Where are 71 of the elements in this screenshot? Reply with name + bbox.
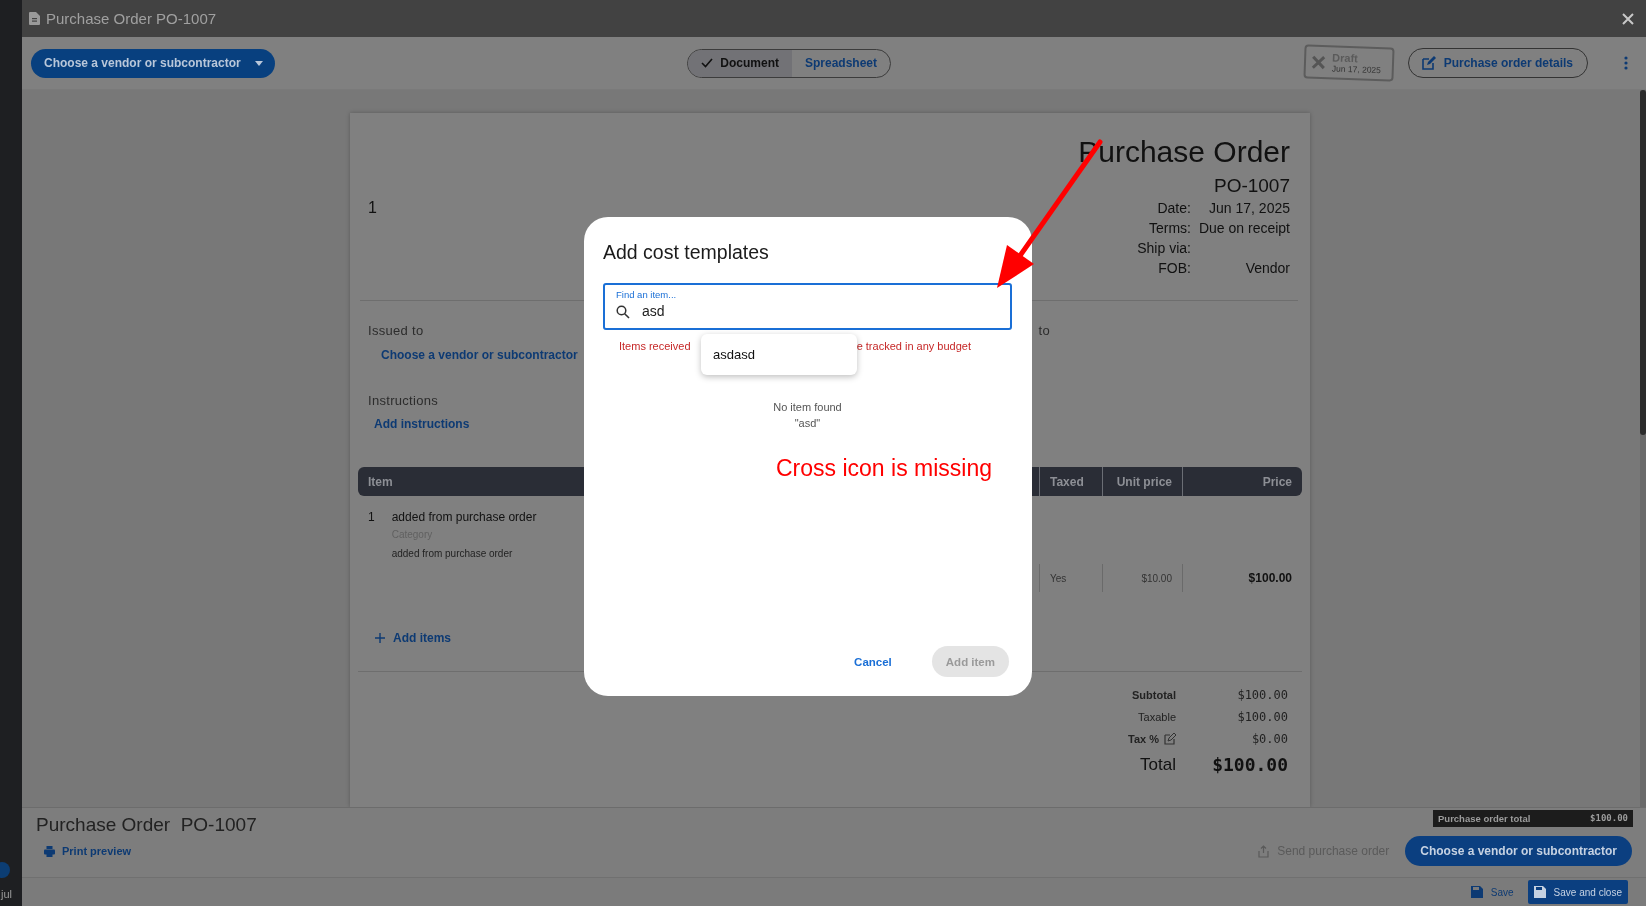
plus-icon <box>375 633 385 643</box>
item-name: added from purchase order <box>391 510 537 524</box>
total-value: $100.00 <box>1236 688 1288 702</box>
user-label: jul <box>1 888 12 900</box>
table-cell: $10.00 <box>1102 564 1182 592</box>
save-button[interactable]: Save <box>1464 880 1520 904</box>
meta-label: Ship via: <box>1137 240 1191 256</box>
table-cell: $100.00 <box>1182 564 1302 592</box>
search-input[interactable]: asd <box>642 303 682 320</box>
row-number: 1 <box>368 510 375 526</box>
suggestion-item[interactable]: asdasd <box>701 334 857 375</box>
annotation-text: Cross icon is missing <box>776 455 993 482</box>
edit-icon <box>1421 56 1436 70</box>
more-icon[interactable] <box>1624 56 1628 70</box>
meta-label: Terms: <box>1147 220 1191 236</box>
window-title: Purchase Order PO-1007 <box>46 10 218 27</box>
search-field[interactable]: Find an item... asd <box>603 283 1012 330</box>
column-header: Taxed <box>1050 474 1084 489</box>
section-heading: to <box>1038 323 1050 338</box>
save-icon <box>1533 886 1546 898</box>
order-title: Purchase Order PO-1007 <box>36 814 257 836</box>
total-value: $0.00 <box>1250 732 1288 746</box>
printer-icon <box>44 845 55 857</box>
scrollbar[interactable] <box>1640 90 1646 807</box>
empty-message: No item found <box>773 401 842 413</box>
vendor-dropdown-button[interactable]: Choose a vendor or subcontractor <box>31 48 275 78</box>
check-icon <box>701 58 714 68</box>
total-label: Taxable <box>1138 711 1176 723</box>
total-value: $100.00 <box>1211 754 1288 775</box>
cancel-button[interactable]: Cancel <box>840 646 906 677</box>
stamp-date: Jun 17, 2025 <box>1331 63 1381 76</box>
meta-label: Date: <box>1156 200 1191 216</box>
save-and-close-button[interactable]: Save and close <box>1527 880 1628 904</box>
document-icon <box>29 12 40 25</box>
section-heading: Issued to <box>368 323 424 338</box>
field-label: Find an item... <box>616 289 678 300</box>
meta-value: Due on receipt <box>1198 220 1290 236</box>
view-tab[interactable]: Spreadsheet <box>792 49 890 77</box>
empty-message: "asd" <box>794 417 821 429</box>
po-number: PO-1007 <box>1213 175 1290 197</box>
scroll-thumb[interactable] <box>1640 90 1646 435</box>
column-header: Item <box>368 474 393 489</box>
column-header: Unit price <box>1116 474 1172 489</box>
vendor-link[interactable]: Choose a vendor or subcontractor <box>381 348 578 362</box>
print-preview-link[interactable]: Print preview <box>44 845 132 857</box>
total-value: $100.00 <box>1236 710 1288 724</box>
column-header: Price <box>1262 474 1292 489</box>
meta-value: Vendor <box>1244 260 1290 276</box>
save-icon <box>1470 886 1483 898</box>
total-label: Subtotal <box>1132 689 1176 701</box>
view-tab[interactable]: Document <box>688 49 792 77</box>
table-cell: Yes <box>1039 564 1102 592</box>
order-total-badge: Purchase order total $100.00 <box>1433 810 1633 827</box>
total-label: Tax % <box>1128 733 1159 745</box>
helper-text: Items received <box>619 340 691 352</box>
item-description: added from purchase order <box>391 548 514 559</box>
add-instructions-link[interactable]: Add instructions <box>374 417 470 431</box>
close-icon[interactable] <box>1622 12 1634 25</box>
edit-icon[interactable] <box>1164 733 1176 745</box>
vendor-button[interactable]: Choose a vendor or subcontractor <box>1405 836 1632 866</box>
meta-label: FOB: <box>1157 260 1191 276</box>
meta-value: Jun 17, 2025 <box>1208 200 1290 216</box>
dialog-title: Add cost templates <box>603 241 770 264</box>
helper-text: e tracked in any budget <box>856 340 971 352</box>
caret-icon <box>254 60 263 66</box>
share-icon <box>1258 844 1270 858</box>
search-icon <box>616 304 630 319</box>
total-label: Total <box>1140 754 1176 775</box>
document-number: 1 <box>368 199 377 218</box>
add-items-button[interactable]: Add items <box>375 631 451 645</box>
section-heading: Instructions <box>368 393 439 408</box>
